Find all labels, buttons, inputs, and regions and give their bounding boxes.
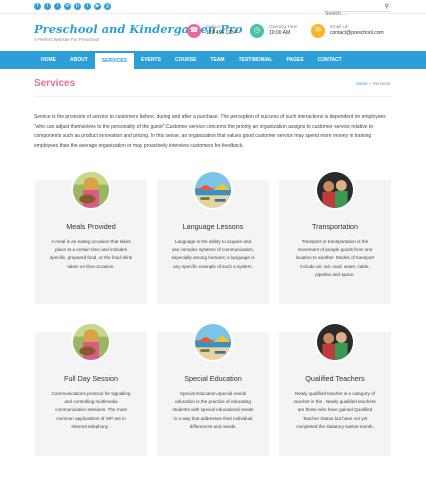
clock-icon: ◷ xyxy=(250,24,264,38)
main-navigation: HOME ABOUT SERVICES EVENTS COURSE TEAM T… xyxy=(0,51,426,69)
service-description: Special Education,special needs educatio… xyxy=(172,391,254,429)
nav-item-pages[interactable]: PAGES xyxy=(279,51,310,69)
service-card[interactable]: Qualified Teachers Newly qualified teach… xyxy=(279,322,391,456)
social-links: f t i in p t ▶ g xyxy=(34,3,111,10)
nav-item-events[interactable]: EVENTS xyxy=(134,51,168,69)
youtube-icon[interactable]: ▶ xyxy=(94,3,101,10)
linkedin-icon[interactable]: in xyxy=(64,3,71,10)
contact-hours: ◷ Opening Time 10:00 AM xyxy=(250,24,297,38)
search-icon[interactable]: ⚲ xyxy=(385,3,389,10)
service-card[interactable]: Full Day Session Communications protocol… xyxy=(35,322,147,456)
search-input[interactable] xyxy=(325,9,381,19)
nav-item-services[interactable]: SERVICES xyxy=(94,51,134,69)
contact-phone: ☎ Call Us 123 456 1234 xyxy=(187,24,237,38)
service-title: Transportation xyxy=(311,222,359,231)
page-title: Services xyxy=(34,78,76,89)
google-plus-icon[interactable]: g xyxy=(104,3,111,10)
divider xyxy=(34,96,392,97)
service-description: Communications protocol for signalling a… xyxy=(51,391,131,429)
search-box: ⚲ xyxy=(325,2,391,19)
breadcrumb-separator: » xyxy=(368,81,372,86)
service-description: Language is the ability to acquire and u… xyxy=(171,239,255,269)
service-image-kids xyxy=(315,322,355,362)
service-title: Full Day Session xyxy=(64,374,118,383)
service-title: Meals Provided xyxy=(66,222,116,231)
tumblr-icon[interactable]: t xyxy=(84,3,91,10)
breadcrumb-current: Services xyxy=(372,81,390,86)
instagram-icon[interactable]: i xyxy=(54,3,61,10)
service-image-girl-guitar xyxy=(71,170,111,210)
service-title: Language Lessons xyxy=(182,222,244,231)
service-image-beach xyxy=(193,170,233,210)
facebook-icon[interactable]: f xyxy=(34,3,41,10)
nav-item-home[interactable]: HOME xyxy=(34,51,63,69)
twitter-icon[interactable]: t xyxy=(44,3,51,10)
service-description: Newly qualified teacher is a category of… xyxy=(294,391,376,429)
service-card[interactable]: Special Education Special Education,spec… xyxy=(157,322,269,456)
service-description: A meal is an eating occasion that takes … xyxy=(49,239,133,269)
nav-item-team[interactable]: TEAM xyxy=(203,51,231,69)
nav-item-about[interactable]: ABOUT xyxy=(63,51,95,69)
breadcrumb: Home » Services xyxy=(356,81,390,86)
service-card[interactable]: Transportation Transport or transportati… xyxy=(279,170,391,304)
service-image-beach xyxy=(193,322,233,362)
top-bar: f t i in p t ▶ g ⚲ xyxy=(0,0,426,19)
nav-item-course[interactable]: COURSE xyxy=(168,51,203,69)
contact-value: 10:00 AM xyxy=(269,30,291,36)
intro-text: Service is the provision of service to c… xyxy=(34,114,386,149)
service-description: Transport or transportation is the movem… xyxy=(295,239,375,277)
breadcrumb-home[interactable]: Home xyxy=(356,81,368,86)
service-image-kids xyxy=(315,170,355,210)
service-image-girl-guitar xyxy=(71,322,111,362)
phone-icon: ☎ xyxy=(187,24,201,38)
contact-email: ✉ Email Us contact@preschool.com xyxy=(311,24,384,38)
service-card[interactable]: Meals Provided A meal is an eating occas… xyxy=(35,170,147,304)
nav-item-contact[interactable]: CONTACT xyxy=(311,51,349,69)
pinterest-icon[interactable]: p xyxy=(74,3,81,10)
contact-value: 123 456 1234 xyxy=(206,30,237,36)
contact-value[interactable]: contact@preschool.com xyxy=(330,30,384,37)
service-title: Special Education xyxy=(184,374,242,383)
email-icon: ✉ xyxy=(311,24,325,38)
nav-item-testimonial[interactable]: TESTIMONIAL xyxy=(232,51,280,69)
service-card[interactable]: Language Lessons Language is the ability… xyxy=(157,170,269,304)
service-title: Qualified Teachers xyxy=(305,374,365,383)
